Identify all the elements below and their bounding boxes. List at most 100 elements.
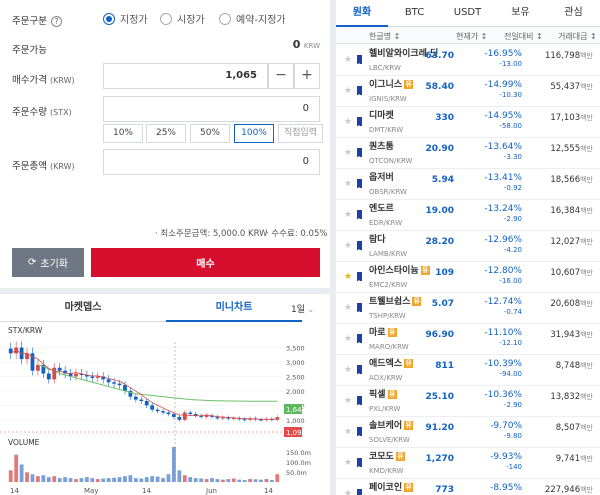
coin-price: 5.94 bbox=[431, 175, 454, 185]
tab-favorites[interactable]: 관심 bbox=[547, 0, 600, 27]
warning-badge: 유 bbox=[395, 452, 405, 461]
star-filled-icon[interactable]: ★ bbox=[344, 272, 352, 282]
star-icon[interactable]: ★ bbox=[344, 86, 352, 96]
table-row[interactable]: ★ 엔도르 EDR/KRW 19.00 -13.24% -2.90 16,384백만 bbox=[336, 200, 600, 231]
table-row[interactable]: ★ 디마켓 DMT/KRW 330 -14.95% -58.00 17,103백만 bbox=[336, 107, 600, 138]
star-icon[interactable]: ★ bbox=[344, 334, 352, 344]
volume-bar bbox=[106, 478, 111, 482]
order-type-reserved[interactable]: 예약-지정가 bbox=[219, 11, 286, 26]
tab-krw[interactable]: 원화 bbox=[336, 0, 388, 27]
warning-badge: 유 bbox=[404, 359, 414, 368]
table-row[interactable]: ★ 헬비알와이크레 딧 LBC/KRW 63.70 -16.95% -13.00 116,7… bbox=[336, 45, 600, 76]
table-row[interactable]: ★ 이그니스 유 IGNIS/KRW 58.40 -14.99% -10.30 55,437백… bbox=[336, 76, 600, 107]
star-icon[interactable]: ★ bbox=[344, 55, 352, 65]
chart-panel: 마켓뎁스 미니차트 1일 ⌄ STX/KRW VOLUME 3,500 3,000… bbox=[0, 294, 330, 495]
order-type-limit[interactable]: 지정가 bbox=[103, 11, 148, 26]
price-label: 매수가격 (KRW) bbox=[12, 75, 75, 86]
coin-symbol: EDR/KRW bbox=[369, 219, 403, 227]
coin-price: 63.70 bbox=[425, 51, 454, 61]
star-icon[interactable]: ★ bbox=[344, 396, 352, 406]
coin-volume: 17,103백만 bbox=[550, 113, 593, 123]
volume-bar bbox=[182, 475, 187, 482]
table-row[interactable]: ★ 퀀츠툼 QTCON/KRW 20.90 -13.64% -3.30 12,555백만 bbox=[336, 138, 600, 169]
star-icon[interactable]: ★ bbox=[344, 241, 352, 251]
table-row[interactable]: ★ 아인스타이늄 유 EMC2/KRW 109 -12.80% -16.00 10,607백만 bbox=[336, 262, 600, 293]
coin-volume: 8,507백만 bbox=[555, 423, 593, 433]
tab-market-depth[interactable]: 마켓뎁스 bbox=[0, 294, 166, 322]
volume-bar bbox=[259, 479, 263, 482]
price-decrease-button[interactable]: − bbox=[268, 63, 294, 89]
order-type-market[interactable]: 시장가 bbox=[160, 11, 205, 26]
fee-info: · 수수료: 0.05% bbox=[266, 229, 328, 239]
tab-usdt[interactable]: USDT bbox=[441, 0, 494, 27]
period-select[interactable]: 1일 ⌄ bbox=[291, 302, 314, 315]
star-icon[interactable]: ★ bbox=[344, 303, 352, 313]
reset-button[interactable]: ⟳ 초기화 bbox=[12, 248, 84, 277]
header-price[interactable]: 현재가 ↕ bbox=[456, 31, 487, 42]
percent-100-button[interactable]: 100% bbox=[234, 124, 274, 143]
bookmark-icon bbox=[357, 117, 362, 127]
table-row[interactable]: ★ 옵저버 OBSR/KRW 5.94 -13.41% -0.92 18,566백만 bbox=[336, 169, 600, 200]
candle bbox=[112, 382, 116, 384]
percent-50-button[interactable]: 50% bbox=[190, 124, 230, 143]
direct-input-button[interactable]: 직접입력 bbox=[278, 124, 323, 143]
table-row[interactable]: ★ 트웰브쉽스 유 TSHP/KRW 5.07 -12.74% -0.74 20,608백만 bbox=[336, 293, 600, 324]
volume-bar bbox=[117, 477, 122, 482]
volume-bar bbox=[269, 480, 274, 482]
tab-holdings[interactable]: 보유 bbox=[494, 0, 547, 27]
coin-volume: 12,027백만 bbox=[550, 237, 593, 247]
header-name[interactable]: 한글명 ↕ bbox=[369, 31, 400, 42]
volume-bar bbox=[264, 479, 269, 482]
bookmark-icon bbox=[357, 396, 362, 406]
star-icon[interactable]: ★ bbox=[344, 489, 352, 495]
table-row[interactable]: ★ 람다 LAMB/KRW 28.20 -12.96% -4.20 12,027백만 bbox=[336, 231, 600, 262]
mini-chart[interactable]: STX/KRW VOLUME 3,5003,0002,5002,0001,500… bbox=[0, 322, 330, 495]
header-rate[interactable]: 전일대비 ↕ bbox=[504, 31, 543, 42]
coin-change: -13.41% -0.92 bbox=[484, 173, 522, 192]
candle bbox=[242, 419, 247, 421]
coin-price: 19.00 bbox=[425, 206, 454, 216]
order-panel: 주문구분? 지정가 시장가 예약-지정가 주문가능 0 KRW 매수가격 (KR… bbox=[0, 0, 330, 288]
tab-btc[interactable]: BTC bbox=[388, 0, 441, 27]
table-row[interactable]: ★ 픽셀 유 PXL/KRW 25.10 -10.36% -2.90 13,832백만 bbox=[336, 386, 600, 417]
quantity-input[interactable]: 0 bbox=[103, 96, 320, 122]
star-icon[interactable]: ★ bbox=[344, 427, 352, 437]
volume-bar bbox=[57, 478, 62, 482]
table-row[interactable]: ★ 코모도 유 KMD/KRW 1,270 -9.93% -140 9,741백만 bbox=[336, 448, 600, 479]
coin-volume: 31,943백만 bbox=[550, 330, 593, 340]
table-row[interactable]: ★페이코인유PCI/KRW773-8.95%-76.00227,946백만 bbox=[336, 479, 600, 495]
star-icon[interactable]: ★ bbox=[344, 179, 352, 189]
percent-25-button[interactable]: 25% bbox=[146, 124, 186, 143]
tab-mini-chart[interactable]: 미니차트 bbox=[166, 294, 302, 322]
price-input[interactable]: 1,065 bbox=[103, 63, 268, 89]
bookmark-icon bbox=[357, 241, 362, 251]
coin-symbol: LBC/KRW bbox=[369, 64, 401, 72]
candle bbox=[182, 412, 187, 420]
volume-tick-label: 150.0m bbox=[286, 449, 311, 457]
price-increase-button[interactable]: + bbox=[294, 63, 320, 89]
total-label: 주문총액 (KRW) bbox=[12, 161, 75, 172]
star-icon[interactable]: ★ bbox=[344, 458, 352, 468]
total-input[interactable]: 0 bbox=[103, 149, 320, 175]
table-row[interactable]: ★ 마로 유 MARO/KRW 96.90 -11.10% -12.10 31,943백만 bbox=[336, 324, 600, 355]
volume-bar bbox=[215, 479, 220, 482]
star-icon[interactable]: ★ bbox=[344, 148, 352, 158]
table-row[interactable]: ★ 솔브케어 유 SOLVE/KRW 91.20 -9.70% -9.80 8,507백만 bbox=[336, 417, 600, 448]
star-icon[interactable]: ★ bbox=[344, 117, 352, 127]
quantity-label: 주문수량 (STX) bbox=[12, 107, 72, 118]
volume-bar bbox=[144, 477, 149, 482]
candle bbox=[150, 405, 155, 410]
volume-bar bbox=[155, 476, 160, 482]
buy-button[interactable]: 매수 bbox=[91, 248, 320, 277]
help-icon[interactable]: ? bbox=[50, 16, 62, 27]
volume-bar bbox=[95, 479, 100, 482]
percent-10-button[interactable]: 10% bbox=[103, 124, 143, 143]
volume-bar bbox=[30, 474, 35, 482]
header-volume[interactable]: 거래대금 ↕ bbox=[558, 31, 597, 42]
table-row[interactable]: ★ 애드엑스 유 ADX/KRW 811 -10.39% -94.00 8,748백만 bbox=[336, 355, 600, 386]
volume-bar bbox=[112, 477, 116, 482]
star-icon[interactable]: ★ bbox=[344, 210, 352, 220]
volume-bar bbox=[101, 478, 106, 482]
volume-label: VOLUME bbox=[8, 438, 40, 447]
star-icon[interactable]: ★ bbox=[344, 365, 352, 375]
